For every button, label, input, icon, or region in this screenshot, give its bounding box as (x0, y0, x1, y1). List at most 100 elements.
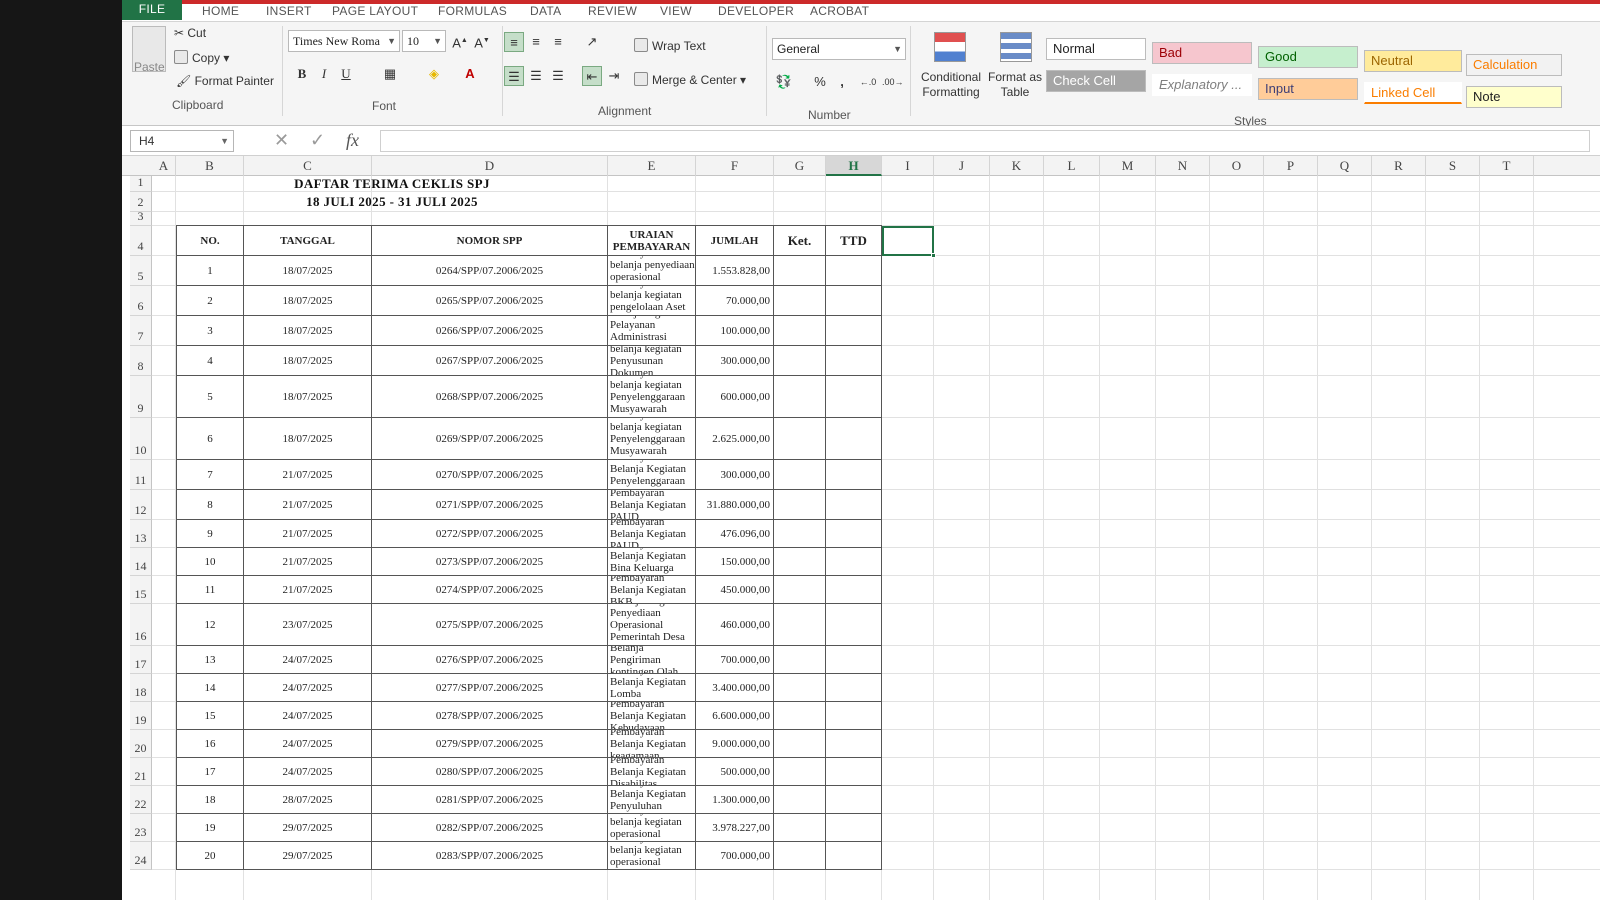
row-header-22[interactable]: 22 (130, 786, 152, 814)
row-ttd[interactable] (826, 316, 882, 346)
column-header-f[interactable]: F (696, 156, 774, 176)
row-ttd[interactable] (826, 376, 882, 418)
orientation-icon[interactable]: ↗ (582, 32, 602, 52)
row-header-1[interactable]: 1 (130, 175, 152, 192)
row-ttd[interactable] (826, 842, 882, 870)
align-center-icon[interactable]: ☰ (526, 66, 546, 86)
cut-button[interactable]: ✂ Cut (174, 26, 206, 40)
row-header-8[interactable]: 8 (130, 346, 152, 376)
row-header-13[interactable]: 13 (130, 520, 152, 548)
comma-button[interactable]: , (832, 72, 852, 92)
row-ket[interactable] (774, 548, 826, 576)
row-ket[interactable] (774, 842, 826, 870)
column-header-d[interactable]: D (372, 156, 608, 176)
format-as-table-button[interactable]: Format as Table (986, 70, 1044, 100)
copy-button[interactable]: Copy ▾ (174, 50, 229, 65)
column-header-o[interactable]: O (1210, 156, 1264, 176)
tab-developer[interactable]: DEVELOPER (718, 4, 794, 18)
fill-handle[interactable] (931, 253, 936, 258)
row-ket[interactable] (774, 646, 826, 674)
column-header-i[interactable]: I (882, 156, 934, 176)
format-as-table-icon[interactable] (1000, 32, 1032, 62)
row-ket[interactable] (774, 316, 826, 346)
row-ttd[interactable] (826, 548, 882, 576)
increase-indent-icon[interactable]: ⇥ (604, 66, 624, 86)
row-header-3[interactable]: 3 (130, 209, 152, 226)
row-ttd[interactable] (826, 418, 882, 460)
fill-color-icon[interactable]: ◈ (424, 64, 444, 84)
worksheet[interactable]: 1 2 3 4 5 6 7 8 9 10 11 12 13 14 15 16 17 18 19 20 21 22 23 24 D… (122, 175, 1600, 900)
row-header-10[interactable]: 10 (130, 418, 152, 460)
row-ket[interactable] (774, 758, 826, 786)
row-header-5[interactable]: 5 (130, 256, 152, 286)
style-good[interactable]: Good (1258, 46, 1358, 68)
row-header-18[interactable]: 18 (130, 674, 152, 702)
row-ttd[interactable] (826, 814, 882, 842)
style-bad[interactable]: Bad (1152, 42, 1252, 64)
style-normal[interactable]: Normal (1046, 38, 1146, 60)
row-ket[interactable] (774, 286, 826, 316)
row-ket[interactable] (774, 346, 826, 376)
wrap-text-button[interactable]: Wrap Text (634, 38, 706, 53)
row-header-15[interactable]: 15 (130, 576, 152, 604)
row-ket[interactable] (774, 786, 826, 814)
row-ttd[interactable] (826, 702, 882, 730)
column-header-b[interactable]: B (176, 156, 244, 176)
column-header-l[interactable]: L (1044, 156, 1100, 176)
style-explanatory[interactable]: Explanatory ... (1152, 74, 1252, 96)
row-header-14[interactable]: 14 (130, 548, 152, 576)
row-ket[interactable] (774, 674, 826, 702)
row-header-9[interactable]: 9 (130, 376, 152, 418)
column-header-m[interactable]: M (1100, 156, 1156, 176)
row-ttd[interactable] (826, 520, 882, 548)
borders-icon[interactable]: ▦ (380, 64, 400, 84)
column-header-t[interactable]: T (1480, 156, 1534, 176)
row-ttd[interactable] (826, 674, 882, 702)
decrease-decimal-icon[interactable]: .00→ (882, 72, 904, 92)
align-right-icon[interactable]: ☰ (548, 66, 568, 86)
column-header-j[interactable]: J (934, 156, 990, 176)
font-name-select[interactable]: Times New Roma ▼ (288, 30, 400, 52)
row-ttd[interactable] (826, 346, 882, 376)
style-linked-cell[interactable]: Linked Cell (1364, 82, 1462, 104)
italic-button[interactable]: I (314, 64, 334, 84)
tab-page-layout[interactable]: PAGE LAYOUT (332, 4, 418, 18)
column-header-h[interactable]: H (826, 156, 882, 176)
row-ket[interactable] (774, 814, 826, 842)
row-header-6[interactable]: 6 (130, 286, 152, 316)
decrease-font-size-icon[interactable]: A▼ (472, 31, 492, 51)
tab-file[interactable]: FILE (122, 0, 182, 20)
font-size-select[interactable]: 10 ▼ (402, 30, 446, 52)
merge-center-button[interactable]: Merge & Center ▾ (634, 72, 746, 87)
column-header-q[interactable]: Q (1318, 156, 1372, 176)
increase-decimal-icon[interactable]: ←.0 (858, 72, 878, 92)
row-ket[interactable] (774, 702, 826, 730)
underline-button[interactable]: U (336, 64, 356, 84)
row-ttd[interactable] (826, 490, 882, 520)
align-bottom-icon[interactable]: ≡ (548, 32, 568, 52)
tab-formulas[interactable]: FORMULAS (438, 4, 507, 18)
conditional-formatting-icon[interactable] (934, 32, 966, 62)
style-check-cell[interactable]: Check Cell (1046, 70, 1146, 92)
row-ttd[interactable] (826, 460, 882, 490)
row-ket[interactable] (774, 256, 826, 286)
column-header-k[interactable]: K (990, 156, 1044, 176)
tab-acrobat[interactable]: ACROBAT (810, 4, 869, 18)
conditional-formatting-button[interactable]: Conditional Formatting (914, 70, 988, 100)
row-header-17[interactable]: 17 (130, 646, 152, 674)
column-header-g[interactable]: G (774, 156, 826, 176)
row-header-21[interactable]: 21 (130, 758, 152, 786)
row-header-20[interactable]: 20 (130, 730, 152, 758)
row-ttd[interactable] (826, 604, 882, 646)
percent-button[interactable]: % (810, 72, 830, 92)
formula-input[interactable] (380, 130, 1590, 152)
increase-font-size-icon[interactable]: A▲ (450, 31, 470, 51)
style-input[interactable]: Input (1258, 78, 1358, 100)
style-neutral[interactable]: Neutral (1364, 50, 1462, 72)
row-ket[interactable] (774, 376, 826, 418)
column-header-a[interactable]: A (152, 156, 176, 176)
row-ket[interactable] (774, 520, 826, 548)
column-header-e[interactable]: E (608, 156, 696, 176)
column-header-n[interactable]: N (1156, 156, 1210, 176)
style-note[interactable]: Note (1466, 86, 1562, 108)
